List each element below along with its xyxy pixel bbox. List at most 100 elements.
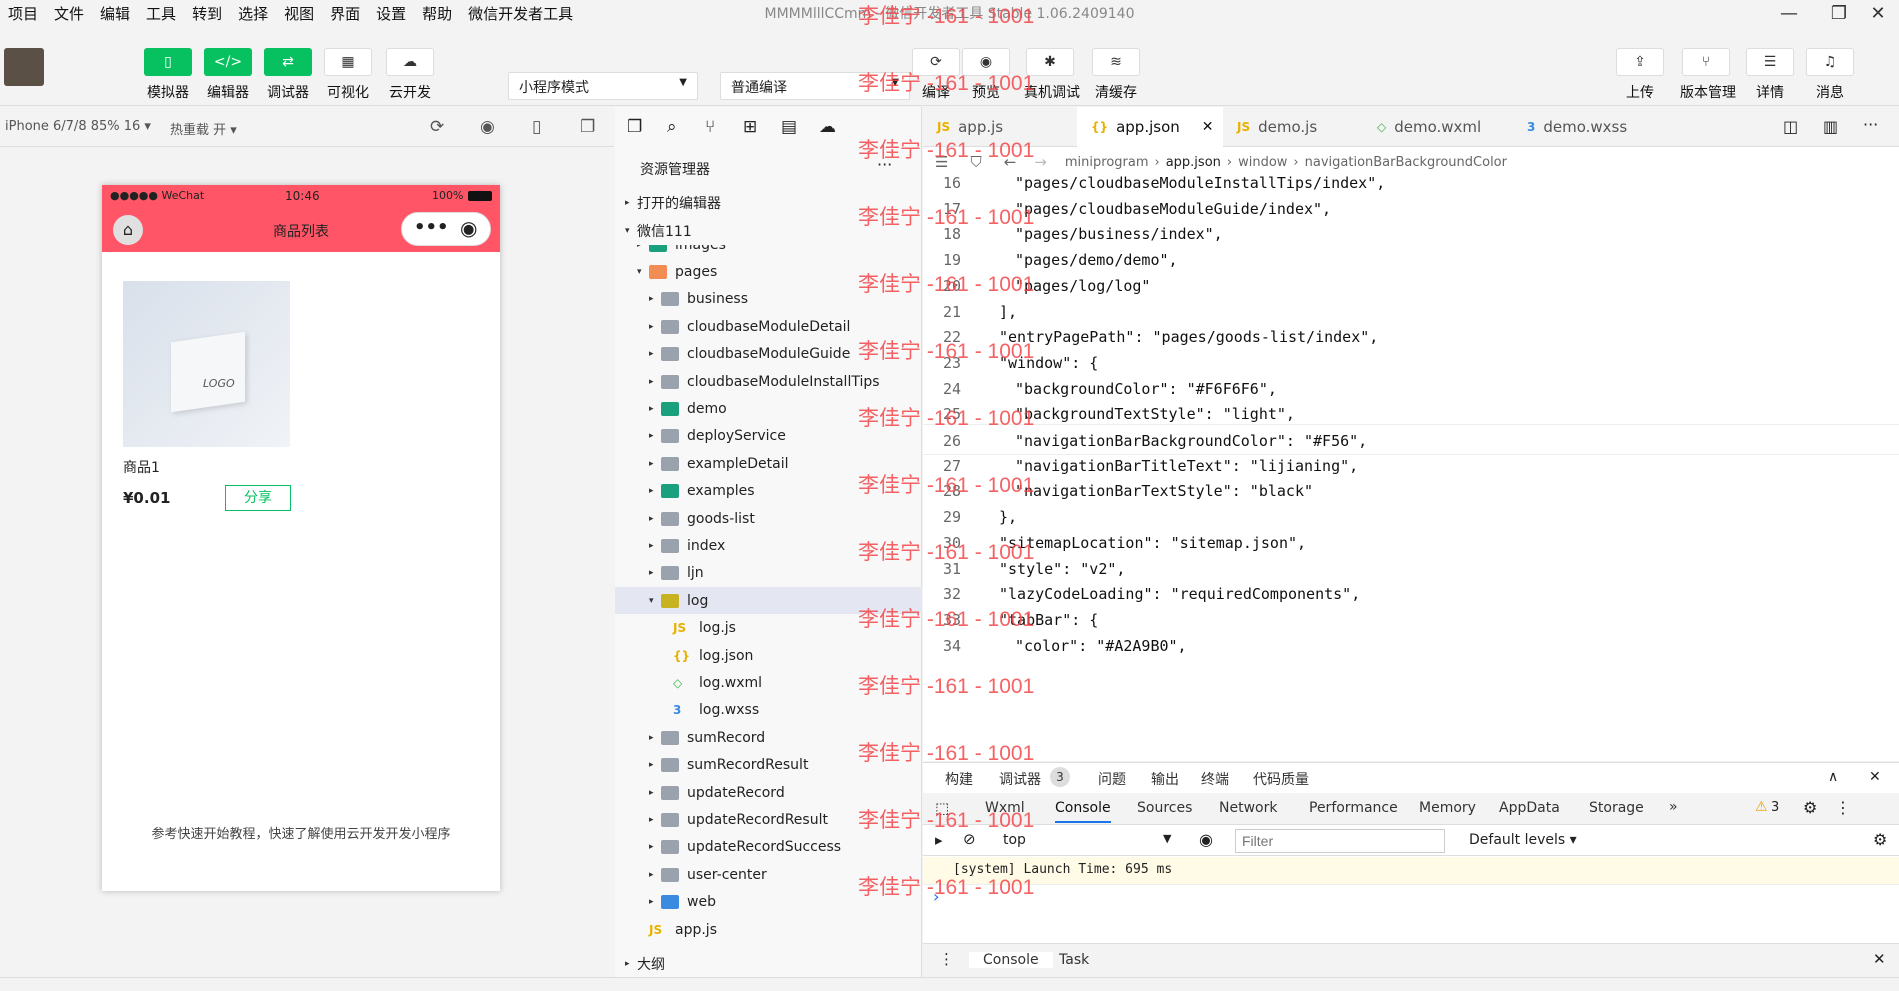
toolbar-button[interactable]: ⑂ 版本管理 xyxy=(1680,48,1736,102)
avatar[interactable] xyxy=(4,48,44,86)
devtools-more-icon[interactable]: ⋮ xyxy=(1835,798,1851,817)
devtools-more-tabs-icon[interactable]: » xyxy=(1669,799,1678,815)
devtools-tab[interactable]: AppData xyxy=(1499,800,1560,816)
devtools-tab[interactable]: Storage xyxy=(1589,800,1644,816)
clear-console-icon[interactable]: ⊘ xyxy=(963,830,976,848)
share-button[interactable]: 分享 xyxy=(225,485,291,511)
toolbar-button[interactable]: ⇪ 上传 xyxy=(1614,48,1666,102)
sidebar-toggle-icon[interactable]: ▸ xyxy=(935,831,943,849)
menu-item[interactable]: 编辑 xyxy=(92,3,138,24)
devtools-tab[interactable]: Network xyxy=(1219,800,1277,816)
eye-icon[interactable]: ◉ xyxy=(1199,830,1213,849)
refresh-icon[interactable]: ⟳ xyxy=(430,117,444,137)
toolbar-button[interactable]: ▯ 模拟器 xyxy=(142,48,194,102)
mode-select[interactable]: 小程序模式 ▼ xyxy=(508,72,698,100)
panel-tab[interactable]: 代码质量 xyxy=(1253,769,1309,789)
menu-item[interactable]: 转到 xyxy=(184,3,230,24)
window-icon[interactable]: ❐ xyxy=(580,117,595,137)
device-select[interactable]: iPhone 6/7/8 85% 16 ▾ xyxy=(5,119,151,134)
tree-item[interactable]: ▸ cloudbaseModuleInstallTips xyxy=(615,368,922,395)
tree-item[interactable]: ▸ user-center xyxy=(615,861,922,888)
menu-item[interactable]: 工具 xyxy=(138,3,184,24)
context-select[interactable]: top xyxy=(1003,832,1026,848)
tab-close-icon[interactable]: ✕ xyxy=(1202,119,1214,135)
tree-item[interactable]: {} log.json xyxy=(615,642,922,669)
tree-item[interactable]: ▸ updateRecordResult xyxy=(615,806,922,833)
panel-close-icon[interactable]: ✕ xyxy=(1869,769,1881,785)
devtools-tab[interactable]: Memory xyxy=(1419,800,1476,816)
extensions-icon[interactable]: ⊞ xyxy=(743,117,757,137)
editor-tab[interactable]: 3 demo.wxss xyxy=(1513,107,1663,147)
tree-item[interactable]: ▸ updateRecordSuccess xyxy=(615,834,922,861)
stop-icon[interactable]: ◉ xyxy=(480,117,495,137)
toolbar-button[interactable]: ♫ 消息 xyxy=(1804,48,1856,102)
toolbar-button[interactable]: ≋ 清缓存 xyxy=(1090,48,1142,102)
panel-collapse-icon[interactable]: ∧ xyxy=(1828,769,1838,785)
toolbar-button[interactable]: ✱ 真机调试 xyxy=(1024,48,1080,102)
outline-section[interactable]: ▸ 大纲 xyxy=(615,950,922,977)
drawer-tab[interactable]: Console xyxy=(969,952,1053,968)
tree-item[interactable]: ▸ business xyxy=(615,286,922,313)
close-window-button[interactable]: ✕ xyxy=(1855,0,1899,26)
project-root[interactable]: ▾ 微信111 xyxy=(615,217,922,244)
toolbar-button[interactable]: ☁ 云开发 xyxy=(384,48,436,102)
editor-tab[interactable]: JS demo.js xyxy=(1223,107,1363,147)
files-icon[interactable]: ❐ xyxy=(627,117,642,137)
toolbar-button[interactable]: ◉ 预览 xyxy=(960,48,1012,102)
devtools-tab[interactable]: Sources xyxy=(1137,800,1192,816)
toolbar-button[interactable]: ▦ 可视化 xyxy=(322,48,374,102)
tree-item[interactable]: ▸ index xyxy=(615,532,922,559)
hotreload-select[interactable]: 热重载 开 ▾ xyxy=(170,119,237,138)
editor-tab[interactable]: ◇ demo.wxml xyxy=(1363,107,1513,147)
toolbar-button[interactable]: </> 编辑器 xyxy=(202,48,254,102)
drawer-close-icon[interactable]: ✕ xyxy=(1873,950,1886,968)
git-icon[interactable]: ⑂ xyxy=(705,117,715,137)
more-icon[interactable]: ••• xyxy=(414,217,449,238)
toolbar-button[interactable]: ⇄ 调试器 xyxy=(262,48,314,102)
console-settings-icon[interactable]: ⚙ xyxy=(1873,830,1887,849)
close-mini-icon[interactable]: ◉ xyxy=(460,216,477,240)
phone-icon[interactable]: ▯ xyxy=(532,117,541,137)
layout-icon[interactable]: ▥ xyxy=(1823,117,1838,136)
menu-item[interactable]: 文件 xyxy=(46,3,92,24)
tree-item[interactable]: ▸ deployService xyxy=(615,423,922,450)
product-image[interactable]: LOGO xyxy=(123,281,290,447)
cloud-icon[interactable]: ☁ xyxy=(819,117,836,137)
toolbar-button[interactable]: ☰ 详情 xyxy=(1744,48,1796,102)
editor-more-icon[interactable]: ··· xyxy=(1863,115,1878,134)
menu-item[interactable]: 界面 xyxy=(322,3,368,24)
panel-tab[interactable]: 构建 xyxy=(945,769,973,789)
tree-item[interactable]: ▸ updateRecord xyxy=(615,779,922,806)
drawer-menu-icon[interactable]: ⋮ xyxy=(939,950,954,968)
menu-item[interactable]: 微信开发者工具 xyxy=(460,3,581,24)
tree-item[interactable]: ▸ images xyxy=(615,245,922,258)
console-prompt[interactable]: › xyxy=(933,887,939,906)
devtools-tab[interactable]: Wxml xyxy=(985,800,1025,816)
tree-item[interactable]: ▸ web xyxy=(615,889,922,916)
tree-item[interactable]: ▸ cloudbaseModuleDetail xyxy=(615,313,922,340)
tree-item[interactable]: ▾ pages xyxy=(615,258,922,285)
explorer-more-icon[interactable]: ··· xyxy=(877,155,892,174)
settings-icon[interactable]: ⚙ xyxy=(1803,798,1817,817)
search-icon[interactable]: ⌕ xyxy=(667,117,677,137)
inspect-icon[interactable]: ⬚ xyxy=(935,799,949,817)
open-editors[interactable]: ▸ 打开的编辑器 xyxy=(615,189,922,216)
tree-item[interactable]: ◇ log.wxml xyxy=(615,669,922,696)
menu-item[interactable]: 选择 xyxy=(230,3,276,24)
filter-input[interactable] xyxy=(1235,829,1445,853)
menu-item[interactable]: 设置 xyxy=(368,3,414,24)
editor-tab[interactable]: {} app.json ✕ xyxy=(1077,107,1223,147)
tree-item[interactable]: 3 log.wxss xyxy=(615,697,922,724)
panel-tab[interactable]: 输出 xyxy=(1151,769,1179,789)
menu-item[interactable]: 视图 xyxy=(276,3,322,24)
tree-item[interactable]: ▸ exampleDetail xyxy=(615,450,922,477)
compile-select[interactable]: 普通编译 ▼ xyxy=(720,72,910,100)
panel-tab[interactable]: 终端 xyxy=(1201,769,1229,789)
panel-tab[interactable]: 调试器 xyxy=(999,769,1041,789)
tree-item[interactable]: ▾ log xyxy=(615,587,922,615)
devtools-tab[interactable]: Performance xyxy=(1309,800,1398,816)
menu-item[interactable]: 项目 xyxy=(0,3,46,24)
tree-item[interactable]: ▸ goods-list xyxy=(615,505,922,532)
code-area[interactable]: 16 "pages/cloudbaseModuleInstallTips/inde… xyxy=(923,174,1899,761)
tree-item[interactable]: JS app.js xyxy=(615,916,922,943)
